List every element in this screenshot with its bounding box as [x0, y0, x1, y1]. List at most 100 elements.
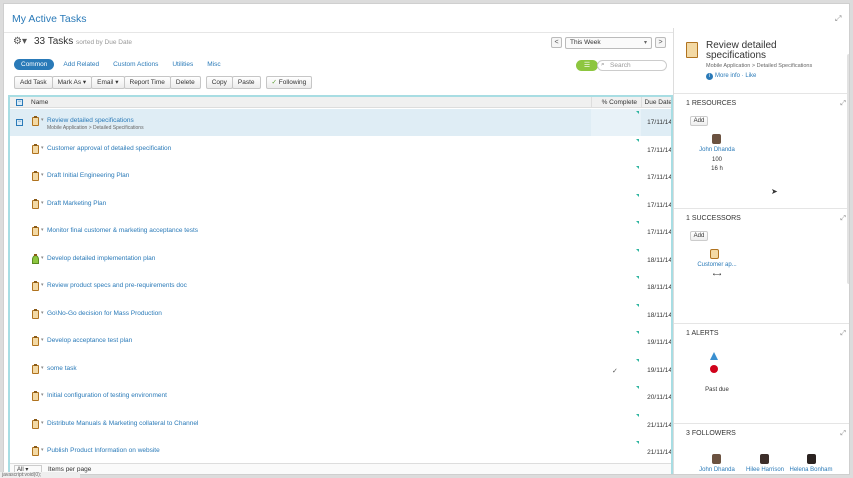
table-row[interactable]: ▾ Publish Product Information on website 2…: [10, 439, 671, 466]
column-due-date[interactable]: Due Date: [641, 97, 671, 108]
table-row[interactable]: ▾ Customer approval of detailed specifica…: [10, 137, 671, 164]
task-name[interactable]: Draft Initial Engineering Plan: [47, 172, 129, 179]
row-marker: [636, 358, 639, 362]
task-name[interactable]: Initial configuration of testing environ…: [47, 392, 167, 399]
add-resource-button[interactable]: Add: [690, 116, 708, 126]
delete-button[interactable]: Delete: [169, 76, 201, 89]
table-row[interactable]: ▾ Go\No-Go decision for Mass Production 18…: [10, 302, 671, 329]
table-row[interactable]: ▾ Initial configuration of testing enviro…: [10, 384, 671, 411]
table-row[interactable]: ▾ Draft Marketing Plan 17/11/14: [10, 192, 671, 219]
task-name[interactable]: some task: [47, 365, 77, 372]
tab-misc[interactable]: Misc: [202, 59, 225, 70]
follower-name[interactable]: Helena Bonham: [782, 467, 840, 473]
paste-button[interactable]: Paste: [231, 76, 261, 89]
like-link[interactable]: Like: [745, 73, 756, 79]
row-menu-icon[interactable]: ▾: [41, 337, 44, 343]
select-all-checkbox[interactable]: −: [16, 99, 23, 106]
row-menu-icon[interactable]: ▾: [41, 420, 44, 426]
expand-icon[interactable]: ⤢: [840, 215, 846, 223]
table-row[interactable]: ▾ Develop detailed implementation plan 18/…: [10, 247, 671, 274]
expand-icon[interactable]: ⤢: [840, 330, 846, 338]
table-row[interactable]: ▾ Distribute Manuals & Marketing collater…: [10, 412, 671, 439]
due-date: 19/11/14: [647, 366, 672, 374]
link-icon: ⟷: [712, 272, 722, 278]
task-name[interactable]: Draft Marketing Plan: [47, 200, 106, 207]
filter-toggle-button[interactable]: ☰: [576, 60, 598, 71]
copy-button[interactable]: Copy: [205, 76, 233, 89]
row-menu-icon[interactable]: ▾: [41, 117, 44, 123]
percent-complete-cell[interactable]: [591, 274, 641, 301]
task-name[interactable]: Review detailed specifications: [47, 117, 134, 124]
column-name[interactable]: Name: [31, 99, 48, 106]
percent-complete-cell[interactable]: [591, 412, 641, 439]
task-icon: [686, 42, 698, 58]
cursor-icon: ➤: [771, 187, 778, 196]
row-menu-icon[interactable]: ▾: [41, 282, 44, 288]
row-checkbox[interactable]: −: [16, 119, 23, 126]
row-menu-icon[interactable]: ▾: [41, 255, 44, 261]
next-week-button[interactable]: >: [655, 37, 666, 48]
row-menu-icon[interactable]: ▾: [41, 145, 44, 151]
task-name[interactable]: Customer approval of detailed specificat…: [47, 145, 171, 152]
task-name[interactable]: Develop acceptance test plan: [47, 337, 132, 344]
row-menu-icon[interactable]: ▾: [41, 200, 44, 206]
prev-week-button[interactable]: <: [551, 37, 562, 48]
detail-scrollbar[interactable]: [847, 54, 849, 284]
row-menu-icon[interactable]: ▾: [41, 392, 44, 398]
week-select[interactable]: This Week ▾: [565, 37, 652, 49]
row-menu-icon[interactable]: ▾: [41, 172, 44, 178]
due-date: 17/11/14: [647, 229, 672, 236]
tab-custom-actions[interactable]: Custom Actions: [108, 59, 163, 70]
tab-common[interactable]: Common: [14, 59, 55, 70]
row-menu-icon[interactable]: ▾: [41, 447, 44, 453]
row-menu-icon[interactable]: ▾: [41, 227, 44, 233]
search-input[interactable]: ⌕ Search: [597, 60, 667, 71]
percent-complete-cell[interactable]: [591, 137, 641, 164]
percent-complete-cell[interactable]: [591, 219, 641, 246]
more-info-link[interactable]: More info: [715, 73, 740, 79]
table-row[interactable]: ▾ Review product specs and pre-requiremen…: [10, 274, 671, 301]
row-marker: [636, 303, 639, 307]
successors-header: 1 SUCCESSORS: [686, 215, 741, 222]
expand-icon[interactable]: ⤢: [840, 100, 846, 108]
report-time-button[interactable]: Report Time: [123, 76, 171, 89]
percent-complete-cell[interactable]: [591, 192, 641, 219]
percent-complete-cell[interactable]: [591, 109, 641, 136]
following-button[interactable]: ✓ Following: [265, 76, 313, 89]
page-title: My Active Tasks: [12, 13, 87, 25]
mark-as-button[interactable]: Mark As ▾: [51, 76, 93, 89]
gear-icon[interactable]: ⚙▾: [13, 36, 27, 47]
tab-utilities[interactable]: Utilities: [167, 59, 198, 70]
add-successor-button[interactable]: Add: [690, 231, 708, 241]
table-row[interactable]: − ▾ Review detailed specifications Mobile A…: [10, 109, 671, 136]
column-percent-complete[interactable]: % Complete: [591, 97, 641, 108]
expand-icon[interactable]: ⤢: [835, 14, 841, 24]
row-menu-icon[interactable]: ▾: [41, 365, 44, 371]
add-task-button[interactable]: Add Task: [14, 76, 53, 89]
task-name[interactable]: Go\No-Go decision for Mass Production: [47, 310, 162, 317]
table-row[interactable]: ▾ some task ✓ 19/11/14: [10, 357, 671, 384]
table-row[interactable]: ▾ Draft Initial Engineering Plan 17/11/14: [10, 164, 671, 191]
task-name[interactable]: Develop detailed implementation plan: [47, 255, 155, 262]
task-name[interactable]: Distribute Manuals & Marketing collatera…: [47, 420, 198, 427]
resource-name[interactable]: John Dhanda: [688, 147, 746, 153]
row-marker: [636, 111, 639, 114]
table-row[interactable]: ▾ Develop acceptance test plan 19/11/14: [10, 329, 671, 356]
task-name[interactable]: Review product specs and pre-requirement…: [47, 282, 187, 289]
check-icon: ✓: [271, 79, 279, 86]
tab-add-related[interactable]: Add Related: [58, 59, 104, 70]
successor-name[interactable]: Customer ap...: [688, 262, 746, 268]
row-menu-icon[interactable]: ▾: [41, 310, 44, 316]
percent-complete-cell[interactable]: [591, 302, 641, 329]
percent-complete-cell[interactable]: [591, 329, 641, 356]
email-button[interactable]: Email ▾: [91, 76, 125, 89]
table-row[interactable]: ▾ Monitor final customer & marketing acce…: [10, 219, 671, 246]
task-name[interactable]: Monitor final customer & marketing accep…: [47, 227, 198, 234]
percent-complete-cell[interactable]: [591, 247, 641, 274]
task-name[interactable]: Publish Product Information on website: [47, 447, 160, 454]
percent-complete-cell[interactable]: [591, 384, 641, 411]
successors-section: 1 SUCCESSORS ⤢ Add Customer ap... ⟷: [674, 208, 849, 323]
expand-icon[interactable]: ⤢: [840, 430, 846, 438]
percent-complete-cell[interactable]: [591, 439, 641, 466]
percent-complete-cell[interactable]: [591, 164, 641, 191]
